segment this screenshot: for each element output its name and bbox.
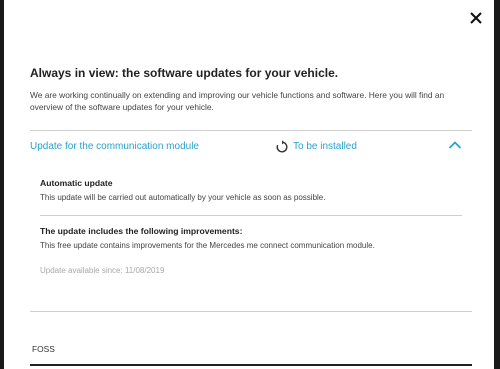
refresh-icon	[276, 140, 288, 153]
section-divider	[40, 215, 462, 216]
chevron-up-icon[interactable]	[448, 140, 462, 150]
foss-link[interactable]: FOSS	[32, 344, 55, 354]
divider	[30, 311, 472, 312]
update-available-date: Update available since: 11/08/2019	[40, 266, 165, 275]
divider	[30, 130, 472, 131]
dialog-intro: We are working continually on extending …	[30, 90, 445, 112]
automatic-update-heading: Automatic update	[40, 178, 113, 188]
update-title: Update for the communication module	[30, 141, 199, 152]
improvements-heading: The update includes the following improv…	[40, 226, 243, 236]
dialog-title: Always in view: the software updates for…	[30, 66, 339, 80]
update-accordion-header[interactable]: Update for the communication module To b…	[30, 136, 470, 158]
improvements-text: This free update contains improvements f…	[40, 241, 375, 250]
close-icon[interactable]	[468, 10, 484, 26]
foss-bottom-rule	[30, 364, 472, 366]
automatic-update-text: This update will be carried out automati…	[40, 193, 326, 202]
software-updates-dialog: Always in view: the software updates for…	[4, 0, 494, 369]
close-button[interactable]	[468, 10, 484, 26]
update-status-text: To be installed	[293, 141, 357, 152]
